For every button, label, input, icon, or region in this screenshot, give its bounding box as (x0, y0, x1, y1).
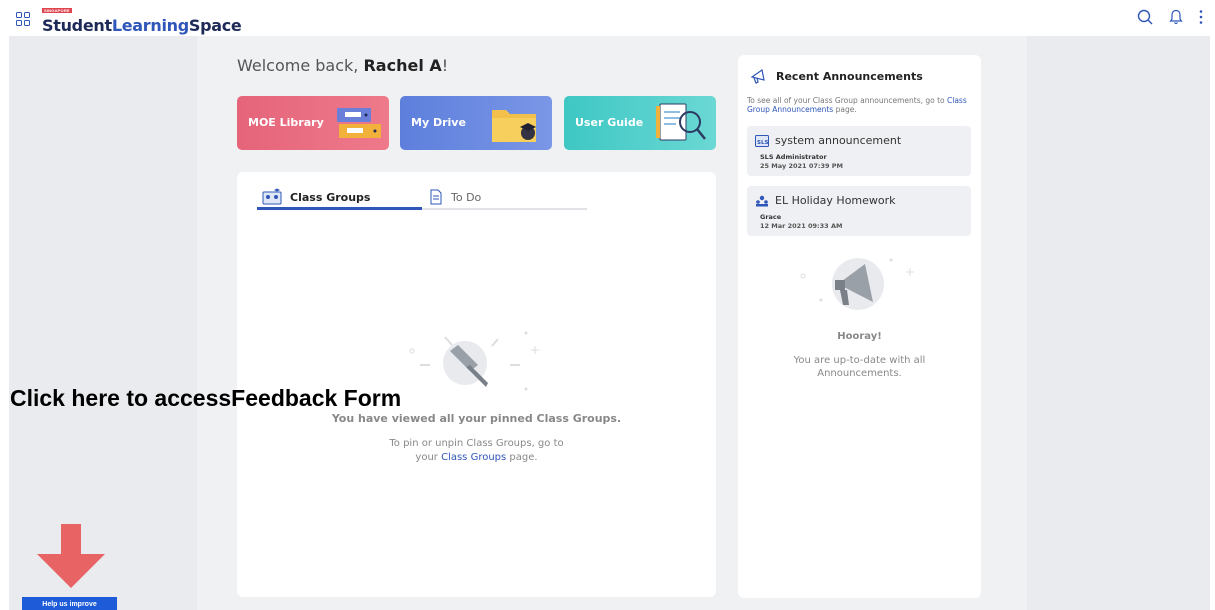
guide-book-icon (656, 103, 706, 141)
tab-class-groups[interactable]: Class Groups (262, 185, 370, 209)
svg-text:+: + (905, 265, 915, 279)
moe-library-tile[interactable]: MOE Library (237, 96, 389, 150)
user-guide-tile[interactable]: User Guide (564, 96, 716, 150)
sls-icon: SLS (755, 134, 769, 147)
announcement-item[interactable]: EL Holiday Homework Grace 12 Mar 2021 09… (747, 186, 971, 236)
tile-label: MOE Library (248, 116, 324, 129)
megaphone-illustration-icon: + (800, 258, 915, 310)
group-icon (756, 195, 768, 206)
class-groups-link[interactable]: Class Groups (441, 452, 506, 463)
announcements-description: To see all of your Class Group announcem… (747, 96, 967, 114)
more-vertical-icon[interactable] (1199, 9, 1203, 25)
class-groups-icon (262, 188, 282, 205)
my-drive-tile[interactable]: My Drive (400, 96, 552, 150)
empty-state-title: You have viewed all your pinned Class Gr… (331, 412, 622, 425)
svg-text:+: + (530, 343, 540, 357)
search-icon[interactable] (1137, 9, 1153, 25)
megaphone-icon (750, 68, 765, 84)
feedback-callout-text: Click here to accessFeedback Form (10, 385, 402, 411)
announcements-title: Recent Announcements (750, 67, 923, 85)
top-bar: SINGAPORE StudentLearningSpace (0, 0, 1215, 36)
tab-todo[interactable]: To Do (429, 185, 481, 209)
down-arrow-icon (37, 524, 105, 588)
bookshelf-icon (337, 108, 381, 138)
active-tab-indicator (257, 207, 422, 210)
help-us-improve-button[interactable]: Help us improve (22, 597, 117, 610)
welcome-message: Welcome back, Rachel A! (237, 56, 449, 75)
announcements-empty-text: You are up-to-date with all Announcement… (793, 355, 926, 379)
folder-icon (492, 110, 536, 142)
bell-icon[interactable] (1169, 9, 1183, 25)
announcements-card: Recent Announcements To see all of your … (738, 55, 981, 598)
document-icon (430, 189, 442, 205)
empty-state-text: To pin or unpin Class Groups, go to your… (389, 438, 564, 463)
pin-illustration-icon: + (409, 331, 540, 391)
right-gutter (1027, 36, 1210, 610)
logo-text: StudentLearningSpace (42, 16, 242, 35)
svg-text:SLS: SLS (757, 140, 768, 146)
tile-label: User Guide (575, 116, 644, 129)
apps-grid-icon[interactable] (16, 12, 30, 26)
announcement-item[interactable]: SLS system announcement SLS Administrato… (747, 126, 971, 176)
logo-tag: SINGAPORE (42, 8, 72, 13)
announcements-empty-title: Hooray! (837, 331, 882, 342)
tile-label: My Drive (411, 116, 466, 129)
